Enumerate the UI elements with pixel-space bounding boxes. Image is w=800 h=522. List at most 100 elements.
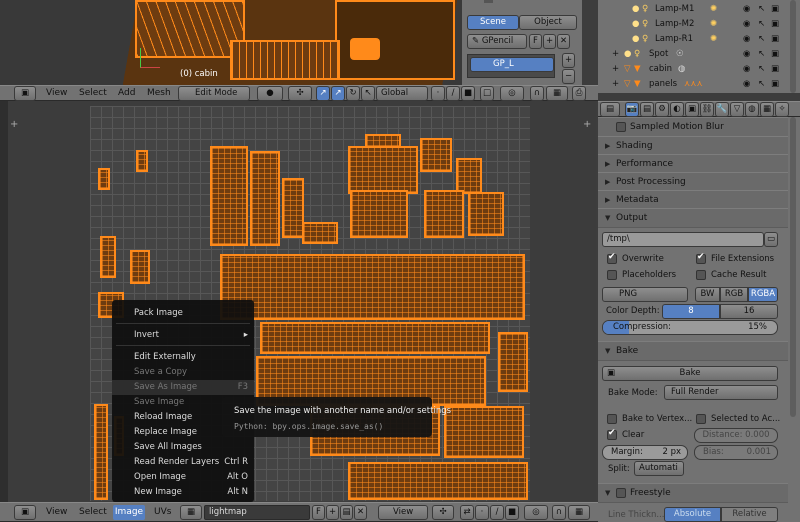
- split-selector[interactable]: Automati: [634, 461, 684, 476]
- object-tab-icon[interactable]: ▣: [685, 102, 699, 117]
- select-face-icon[interactable]: ■: [461, 86, 475, 101]
- menu-item-edit-externally[interactable]: Edit Externally: [112, 350, 254, 365]
- mode-selector[interactable]: Edit Mode: [178, 86, 250, 101]
- menu-view[interactable]: View: [46, 86, 67, 100]
- select-vertex-icon[interactable]: ·: [431, 86, 445, 101]
- bake-button[interactable]: ▣ Bake: [602, 366, 778, 381]
- panel-performance[interactable]: ▶ Performance: [598, 154, 788, 174]
- outliner-row[interactable]: ● ♀ Lamp-M2 ✺ ◉ ↖ ▣: [598, 17, 788, 32]
- texture-tab-icon[interactable]: ▦: [760, 102, 774, 117]
- render-icon[interactable]: ▣: [771, 2, 779, 17]
- snap-icon[interactable]: ∩: [552, 505, 566, 520]
- menu-select[interactable]: Select: [79, 86, 107, 100]
- scale-manipulator[interactable]: ↖: [361, 86, 375, 101]
- select-vertex-icon[interactable]: ·: [475, 505, 489, 520]
- grease-pencil-checkbox[interactable]: [484, 0, 493, 3]
- pivot-icon[interactable]: ✣: [432, 505, 454, 520]
- color-mode-bw[interactable]: BW: [695, 287, 720, 302]
- relative-button[interactable]: Relative: [721, 507, 778, 522]
- menu-select[interactable]: Select: [79, 505, 107, 519]
- viewport-3d[interactable]: (0) cabin: [0, 0, 462, 85]
- menu-image[interactable]: Image: [113, 505, 145, 520]
- panel-post-processing[interactable]: ▶ Post Processing: [598, 172, 788, 192]
- bake-mode-selector[interactable]: Full Render: [664, 385, 778, 400]
- panel-metadata[interactable]: ▶ Metadata: [598, 190, 788, 210]
- snap-element-icon[interactable]: ▦: [568, 505, 590, 520]
- margin-field[interactable]: Margin: 2 px: [602, 445, 688, 460]
- panel-output[interactable]: ▼ Output: [598, 208, 788, 228]
- eye-icon[interactable]: ◉: [743, 62, 750, 77]
- selected-to-active-checkbox[interactable]: [696, 414, 706, 424]
- panel-bake[interactable]: ▼ Bake: [598, 341, 788, 361]
- select-face-icon[interactable]: ■: [505, 505, 519, 520]
- outliner-row[interactable]: + ● ♀ Spot ☉ ◉ ↖ ▣: [598, 47, 788, 62]
- image-browse[interactable]: ▦: [180, 505, 202, 520]
- render-tab-icon[interactable]: 📷: [625, 102, 639, 117]
- menu-item-save-as-image[interactable]: Save As Image F3: [112, 380, 254, 395]
- orientation-selector[interactable]: Global: [376, 86, 428, 101]
- eye-icon[interactable]: ◉: [743, 32, 750, 47]
- freestyle-checkbox[interactable]: [616, 488, 626, 498]
- cursor-icon[interactable]: ↖: [758, 17, 765, 32]
- file-format-selector[interactable]: PNG: [602, 287, 688, 302]
- menu-add[interactable]: Add: [118, 86, 135, 100]
- material-tab-icon[interactable]: ◍: [745, 102, 759, 117]
- view-mode-selector[interactable]: View: [378, 505, 428, 520]
- render-icon[interactable]: ▣: [771, 47, 779, 62]
- render-layers-icon[interactable]: ▤: [640, 102, 654, 117]
- output-path-field[interactable]: /tmp\: [602, 232, 764, 247]
- render-icon[interactable]: ⎙: [572, 86, 586, 101]
- expand-icon[interactable]: +: [612, 77, 619, 92]
- translate-manipulator[interactable]: ↗: [331, 86, 345, 101]
- eye-icon[interactable]: ◉: [743, 17, 750, 32]
- editor-type-icon[interactable]: ▤: [600, 102, 620, 117]
- gpencil-fake-user[interactable]: F: [529, 34, 542, 49]
- compression-slider[interactable]: Compression: 15%: [602, 320, 778, 335]
- render-icon[interactable]: ▣: [771, 32, 779, 47]
- open-image-icon[interactable]: ▤: [340, 505, 353, 520]
- editor-type-icon[interactable]: ▣: [14, 86, 36, 101]
- menu-item-save-all-images[interactable]: Save All Images: [112, 440, 254, 455]
- menu-mesh[interactable]: Mesh: [147, 86, 171, 100]
- color-depth-16[interactable]: 16: [720, 304, 778, 319]
- snap-icon[interactable]: ∩: [530, 86, 544, 101]
- eye-icon[interactable]: ◉: [743, 77, 750, 92]
- occlude-icon[interactable]: □: [480, 86, 494, 101]
- menu-item-read-render-layers[interactable]: Read Render Layers Ctrl R: [112, 455, 254, 470]
- panel-freestyle[interactable]: ▼ Freestyle: [598, 483, 788, 503]
- outliner-scrollbar[interactable]: [790, 0, 796, 93]
- unlink-image-icon[interactable]: ✕: [354, 505, 367, 520]
- new-image-icon[interactable]: +: [326, 505, 339, 520]
- folder-icon[interactable]: ▭: [764, 232, 778, 247]
- overwrite-checkbox[interactable]: [607, 252, 617, 264]
- render-icon[interactable]: ▣: [771, 77, 779, 92]
- outliner[interactable]: ● ♀ Lamp-M1 ✺ ◉ ↖ ▣ ● ♀ Lamp-M2 ✺ ◉ ↖ ▣ ● ♀ Lamp-R1 ✺ ◉ ↖…: [598, 0, 800, 93]
- gpencil-selector[interactable]: ✎ GPencil: [467, 34, 527, 49]
- particles-tab-icon[interactable]: ✧: [775, 102, 789, 117]
- eye-icon[interactable]: ◉: [743, 2, 750, 17]
- menu-uvs[interactable]: UVs: [154, 505, 171, 519]
- bake-to-vertex-checkbox[interactable]: [607, 414, 617, 424]
- menu-item-invert[interactable]: Invert ▸: [112, 328, 254, 343]
- rotate-manipulator[interactable]: ↻: [346, 86, 360, 101]
- tab-object[interactable]: Object: [519, 15, 577, 30]
- modifier-tab-icon[interactable]: 🔧: [715, 102, 729, 117]
- cursor-icon[interactable]: ↖: [758, 47, 765, 62]
- gpencil-add-icon[interactable]: +: [543, 34, 556, 49]
- scene-tab-icon[interactable]: ⚙: [655, 102, 669, 117]
- file-extensions-checkbox[interactable]: [696, 252, 706, 264]
- properties-panel[interactable]: Sampled Motion Blur ▶ Shading ▶ Performanc…: [598, 117, 800, 522]
- expand-plus-icon[interactable]: +: [583, 119, 591, 130]
- eye-icon[interactable]: ◉: [743, 47, 750, 62]
- motion-blur-checkbox[interactable]: [616, 122, 626, 132]
- outliner-row[interactable]: ● ♀ Lamp-R1 ✺ ◉ ↖ ▣: [598, 32, 788, 47]
- select-edge-icon[interactable]: /: [490, 505, 504, 520]
- distance-field[interactable]: Distance: 0.000: [694, 428, 778, 443]
- menu-item-pack-image[interactable]: Pack Image: [112, 306, 254, 321]
- layer-remove-icon[interactable]: −: [562, 69, 575, 84]
- manipulator-toggle[interactable]: ↗: [316, 86, 330, 101]
- constraint-tab-icon[interactable]: ⛓: [700, 102, 714, 117]
- menu-item-open-image[interactable]: Open Image Alt O: [112, 470, 254, 485]
- tab-scene[interactable]: Scene: [467, 15, 519, 30]
- absolute-button[interactable]: Absolute: [664, 507, 721, 522]
